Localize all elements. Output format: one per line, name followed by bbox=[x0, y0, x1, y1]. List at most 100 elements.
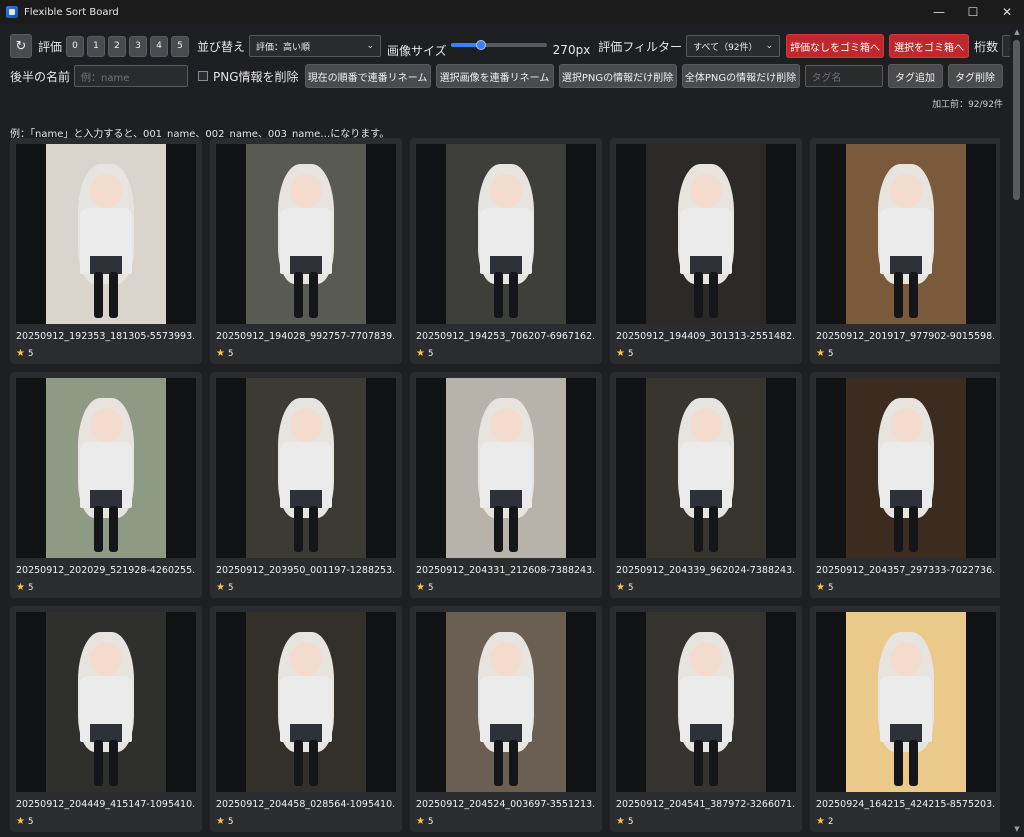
image-thumbnail[interactable] bbox=[816, 144, 996, 324]
tag-remove-button[interactable]: タグ削除 bbox=[947, 64, 1003, 88]
image-thumbnail[interactable] bbox=[616, 378, 796, 558]
minimize-icon[interactable]: — bbox=[922, 0, 956, 24]
image-size-slider[interactable] bbox=[450, 36, 547, 56]
rating-value: 5 bbox=[827, 348, 834, 359]
figure-part bbox=[290, 174, 322, 208]
image-thumbnail[interactable] bbox=[16, 378, 196, 558]
scroll-thumb[interactable] bbox=[1013, 40, 1020, 200]
image-rating: ★ 5 bbox=[16, 582, 33, 593]
chevron-down-icon: ⌄ bbox=[765, 41, 774, 51]
figure-part bbox=[890, 174, 922, 208]
figure-part bbox=[890, 408, 922, 442]
rating-value: 5 bbox=[627, 348, 634, 359]
image-preview bbox=[246, 612, 366, 792]
image-card[interactable]: 20250912_194409_301313-2551482... ★ 5 bbox=[610, 138, 802, 364]
digits-label: 桁数 bbox=[974, 39, 999, 54]
rating-button-4[interactable]: 4 bbox=[150, 35, 169, 57]
maximize-icon[interactable]: ☐ bbox=[956, 0, 990, 24]
image-thumbnail[interactable] bbox=[416, 378, 596, 558]
image-thumbnail[interactable] bbox=[216, 144, 396, 324]
rating-button-1[interactable]: 1 bbox=[87, 35, 106, 57]
image-preview bbox=[446, 144, 566, 324]
image-preview bbox=[646, 144, 766, 324]
remove-selected-png-info-button[interactable]: 選択PNGの情報だけ削除 bbox=[558, 64, 677, 88]
image-card[interactable]: 20250912_204524_003697-3551213... ★ 5 bbox=[410, 606, 602, 832]
rename-current-order-button[interactable]: 現在の順番で連番リネーム bbox=[304, 64, 431, 88]
vertical-scrollbar[interactable]: ▲ ▼ bbox=[1010, 24, 1024, 837]
window-controls: — ☐ ✕ bbox=[922, 0, 1024, 24]
image-thumbnail[interactable] bbox=[616, 144, 796, 324]
image-card[interactable]: 20250912_194253_706207-6967162... ★ 5 bbox=[410, 138, 602, 364]
figure-part bbox=[94, 272, 103, 318]
scroll-up-icon[interactable]: ▲ bbox=[1013, 28, 1021, 36]
remove-png-info-checkbox[interactable] bbox=[198, 71, 209, 81]
rating-value: 5 bbox=[27, 348, 34, 359]
image-rating: ★ 5 bbox=[616, 582, 633, 593]
scroll-down-icon[interactable]: ▼ bbox=[1013, 825, 1021, 833]
image-thumbnail[interactable] bbox=[816, 612, 996, 792]
remove-all-png-info-button[interactable]: 全体PNGの情報だけ削除 bbox=[681, 64, 800, 88]
image-card[interactable]: 20250912_204331_212608-7388243... ★ 5 bbox=[410, 372, 602, 598]
image-card[interactable]: 20250912_204458_028564-1095410... ★ 5 bbox=[210, 606, 402, 832]
figure-part bbox=[690, 642, 722, 676]
toolbar-row-1: ↻ 評価 0 1 2 3 4 5 並び替え 評価：高い順 ⌄ 画像サイズ 270… bbox=[10, 34, 1024, 58]
image-filename: 20250912_204524_003697-3551213... bbox=[416, 799, 596, 810]
slider-thumb[interactable] bbox=[476, 40, 487, 50]
figure-part bbox=[90, 642, 122, 676]
image-thumbnail[interactable] bbox=[16, 612, 196, 792]
star-icon: ★ bbox=[616, 816, 625, 827]
image-thumbnail[interactable] bbox=[416, 144, 596, 324]
close-icon[interactable]: ✕ bbox=[990, 0, 1024, 24]
image-thumbnail[interactable] bbox=[616, 612, 796, 792]
image-filename: 20250912_192353_181305-5573993... bbox=[16, 331, 196, 342]
figure-part bbox=[690, 408, 722, 442]
image-card[interactable]: 20250912_203950_001197-1288253... ★ 5 bbox=[210, 372, 402, 598]
image-card[interactable]: 20250912_204357_297333-7022736... ★ 5 bbox=[810, 372, 1000, 598]
image-card[interactable]: 20250912_192353_181305-5573993... ★ 5 bbox=[10, 138, 202, 364]
figure-part bbox=[909, 272, 918, 318]
image-card[interactable]: 20250912_202029_521928-4260255... ★ 5 bbox=[10, 372, 202, 598]
figure-part bbox=[494, 272, 503, 318]
image-card[interactable]: 20250912_204339_962024-7388243... ★ 5 bbox=[610, 372, 802, 598]
rating-button-5[interactable]: 5 bbox=[171, 35, 190, 57]
image-filename: 20250912_204339_962024-7388243... bbox=[616, 565, 796, 576]
figure-part bbox=[309, 272, 318, 318]
star-icon: ★ bbox=[416, 348, 425, 359]
image-thumbnail[interactable] bbox=[16, 144, 196, 324]
image-thumbnail[interactable] bbox=[416, 612, 596, 792]
image-preview bbox=[246, 378, 366, 558]
rating-button-2[interactable]: 2 bbox=[108, 35, 127, 57]
trash-selected-button[interactable]: 選択をゴミ箱へ bbox=[889, 34, 970, 58]
filter-select[interactable]: すべて（92件） ⌄ bbox=[686, 35, 781, 57]
figure-part bbox=[509, 740, 518, 786]
figure-part bbox=[490, 408, 522, 442]
figure-part bbox=[694, 272, 703, 318]
image-thumbnail[interactable] bbox=[816, 378, 996, 558]
figure-part bbox=[294, 740, 303, 786]
image-card[interactable]: 20250912_201917_977902-9015598... ★ 5 bbox=[810, 138, 1000, 364]
rename-selected-button[interactable]: 選択画像を連番リネーム bbox=[435, 64, 554, 88]
image-card[interactable]: 20250924_164215_424215-8575203... ★ 2 bbox=[810, 606, 1000, 832]
image-preview bbox=[46, 144, 166, 324]
star-icon: ★ bbox=[216, 348, 225, 359]
figure-part bbox=[509, 272, 518, 318]
image-card[interactable]: 20250912_204449_415147-1095410... ★ 5 bbox=[10, 606, 202, 832]
image-card[interactable]: 20250912_194028_992757-7707839... ★ 5 bbox=[210, 138, 402, 364]
star-icon: ★ bbox=[16, 348, 25, 359]
tag-add-button[interactable]: タグ追加 bbox=[887, 64, 943, 88]
refresh-button[interactable]: ↻ bbox=[10, 34, 32, 58]
tag-name-input[interactable]: タグ名 bbox=[804, 65, 883, 87]
image-thumbnail[interactable] bbox=[216, 612, 396, 792]
suffix-input[interactable]: 例：name bbox=[74, 65, 189, 87]
rating-button-0[interactable]: 0 bbox=[66, 35, 85, 57]
rating-button-3[interactable]: 3 bbox=[129, 35, 148, 57]
image-thumbnail[interactable] bbox=[216, 378, 396, 558]
image-rating: ★ 5 bbox=[216, 348, 233, 359]
image-filename: 20250912_204331_212608-7388243... bbox=[416, 565, 596, 576]
figure-part bbox=[294, 272, 303, 318]
image-rating: ★ 5 bbox=[816, 348, 833, 359]
image-filename: 20250912_204458_028564-1095410... bbox=[216, 799, 396, 810]
trash-unrated-button[interactable]: 評価なしをゴミ箱へ bbox=[786, 34, 885, 58]
image-card[interactable]: 20250912_204541_387972-3266071... ★ 5 bbox=[610, 606, 802, 832]
sort-select[interactable]: 評価：高い順 ⌄ bbox=[249, 35, 382, 57]
